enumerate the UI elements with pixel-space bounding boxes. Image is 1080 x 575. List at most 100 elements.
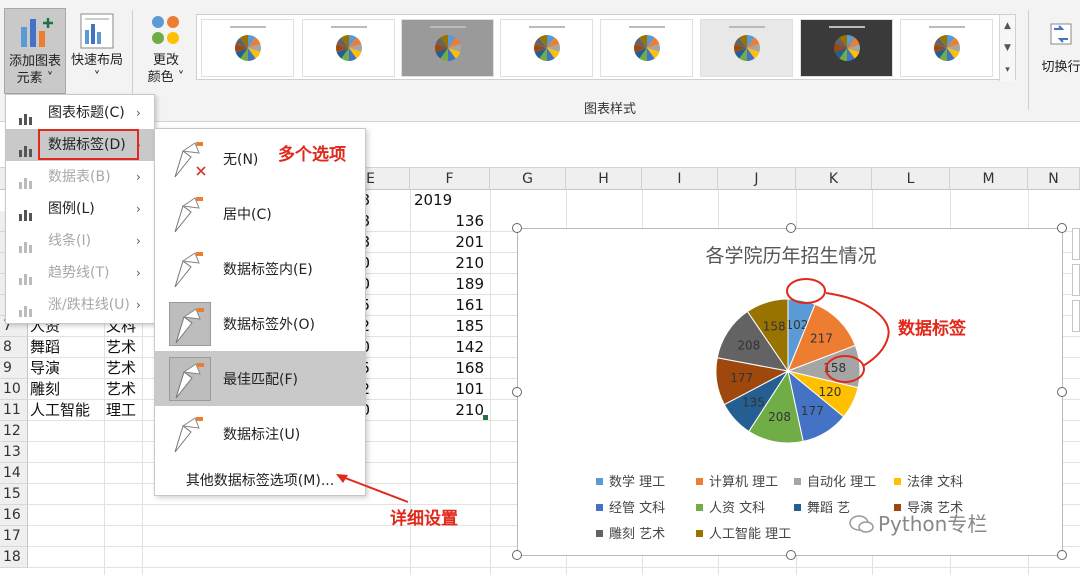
data-label-option-best-fit[interactable]: 最佳匹配(F) bbox=[155, 351, 365, 406]
cell-a[interactable] bbox=[30, 547, 102, 568]
cell-a[interactable] bbox=[30, 526, 102, 547]
gallery-expand-icon[interactable]: ▾ bbox=[1000, 59, 1015, 81]
gallery-scroll-up-icon[interactable]: ▲ bbox=[1000, 15, 1015, 37]
cell-a[interactable] bbox=[30, 442, 102, 463]
menu-item-lines[interactable]: 线条(I) › bbox=[6, 225, 154, 257]
chart-style-thumbnail[interactable] bbox=[700, 19, 793, 77]
menu-item-updown[interactable]: 涨/跌柱线(U) › bbox=[6, 289, 154, 321]
cell-b[interactable] bbox=[106, 547, 142, 568]
gallery-scrollbar[interactable]: ▲ ▼ ▾ bbox=[999, 15, 1015, 81]
cell-e[interactable] bbox=[300, 547, 370, 568]
column-header-k[interactable]: K bbox=[796, 168, 872, 190]
chart-style-thumbnail[interactable] bbox=[401, 19, 494, 77]
cell-f[interactable]: 136 bbox=[414, 211, 484, 232]
data-label-option-inside-end[interactable]: 数据标签内(E) bbox=[155, 241, 365, 296]
legend-entry[interactable]: 人工智能 理工 bbox=[696, 523, 791, 542]
cell-b[interactable] bbox=[106, 484, 142, 505]
column-header-n[interactable]: N bbox=[1028, 168, 1080, 190]
cell-a[interactable] bbox=[30, 463, 102, 484]
chart-style-thumbnail[interactable] bbox=[800, 19, 893, 77]
column-header-i[interactable]: I bbox=[642, 168, 718, 190]
resize-handle[interactable] bbox=[1057, 223, 1067, 233]
chart-styles-side-button[interactable] bbox=[1072, 264, 1080, 296]
add-chart-element-button[interactable]: 添加图表 元素 ˅ bbox=[4, 8, 66, 94]
column-header-j[interactable]: J bbox=[718, 168, 796, 190]
menu-item-trend[interactable]: 趋势线(T) › bbox=[6, 257, 154, 289]
resize-handle[interactable] bbox=[1057, 550, 1067, 560]
cell-b[interactable]: 艺术 bbox=[106, 358, 142, 379]
column-header-l[interactable]: L bbox=[872, 168, 950, 190]
resize-handle[interactable] bbox=[1057, 387, 1067, 397]
menu-item-legend[interactable]: 图例(L) › bbox=[6, 193, 154, 225]
row-header[interactable]: 8 bbox=[0, 337, 28, 358]
cell-f[interactable] bbox=[414, 526, 484, 547]
chart-style-thumbnail[interactable] bbox=[600, 19, 693, 77]
cell-f1-year[interactable]: 2019 bbox=[414, 190, 484, 211]
cell-f[interactable] bbox=[414, 421, 484, 442]
legend-entry[interactable]: 自动化 理工 bbox=[794, 471, 876, 490]
chart-style-thumbnail[interactable] bbox=[302, 19, 395, 77]
legend-entry[interactable]: 法律 文科 bbox=[894, 471, 963, 490]
column-header-g[interactable]: G bbox=[490, 168, 566, 190]
cell-f[interactable]: 201 bbox=[414, 232, 484, 253]
row-header[interactable]: 18 bbox=[0, 547, 28, 568]
row-header[interactable]: 14 bbox=[0, 463, 28, 484]
cell-f[interactable]: 210 bbox=[414, 400, 484, 421]
resize-handle[interactable] bbox=[786, 550, 796, 560]
cell-f[interactable] bbox=[414, 442, 484, 463]
cell-e[interactable] bbox=[300, 505, 370, 526]
legend-entry[interactable]: 舞蹈 艺 bbox=[794, 497, 850, 516]
cell-b[interactable] bbox=[106, 421, 142, 442]
cell-f[interactable] bbox=[414, 547, 484, 568]
legend-entry[interactable]: 数学 理工 bbox=[596, 471, 665, 490]
data-label-option-data-callout[interactable]: 数据标注(U) bbox=[155, 406, 365, 461]
cell-b[interactable] bbox=[106, 463, 142, 484]
cell-f[interactable]: 168 bbox=[414, 358, 484, 379]
gallery-scroll-down-icon[interactable]: ▼ bbox=[1000, 37, 1015, 59]
legend-entry[interactable]: 雕刻 艺术 bbox=[596, 523, 665, 542]
row-header[interactable]: 12 bbox=[0, 421, 28, 442]
switch-row-column-button[interactable]: 切换行 bbox=[1036, 20, 1080, 90]
row-header[interactable]: 16 bbox=[0, 505, 28, 526]
cell-b[interactable]: 理工 bbox=[106, 400, 142, 421]
column-header-f[interactable]: F bbox=[410, 168, 490, 190]
row-header[interactable]: 9 bbox=[0, 358, 28, 379]
data-label-option-center[interactable]: 居中(C) bbox=[155, 186, 365, 241]
pie-chart[interactable]: 各学院历年招生情况 102 217 158 120 177 208 135 177 208 158… bbox=[512, 223, 1067, 560]
column-header-m[interactable]: M bbox=[950, 168, 1028, 190]
cell-b[interactable] bbox=[106, 505, 142, 526]
fill-handle[interactable] bbox=[483, 415, 488, 420]
cell-a[interactable] bbox=[30, 505, 102, 526]
cell-b[interactable]: 艺术 bbox=[106, 337, 142, 358]
row-header[interactable]: 11 bbox=[0, 400, 28, 421]
cell-b[interactable] bbox=[106, 442, 142, 463]
cell-f[interactable]: 161 bbox=[414, 295, 484, 316]
cell-a[interactable]: 舞蹈 bbox=[30, 337, 102, 358]
chart-style-thumbnail[interactable] bbox=[500, 19, 593, 77]
cell-f[interactable]: 189 bbox=[414, 274, 484, 295]
chart-elements-side-button[interactable] bbox=[1072, 228, 1080, 260]
resize-handle[interactable] bbox=[786, 223, 796, 233]
cell-a[interactable] bbox=[30, 484, 102, 505]
legend-entry[interactable]: 经管 文科 bbox=[596, 497, 665, 516]
chart-style-thumbnail[interactable] bbox=[900, 19, 993, 77]
menu-item-title[interactable]: 图表标题(C) › bbox=[6, 97, 154, 129]
cell-f[interactable]: 210 bbox=[414, 253, 484, 274]
chart-filters-side-button[interactable] bbox=[1072, 300, 1080, 332]
menu-item-table[interactable]: 数据表(B) › bbox=[6, 161, 154, 193]
cell-a[interactable]: 导演 bbox=[30, 358, 102, 379]
cell-a[interactable]: 人工智能 bbox=[30, 400, 102, 421]
cell-f[interactable]: 101 bbox=[414, 379, 484, 400]
legend-entry[interactable]: 计算机 理工 bbox=[696, 471, 778, 490]
cell-b[interactable] bbox=[106, 526, 142, 547]
column-header-h[interactable]: H bbox=[566, 168, 642, 190]
resize-handle[interactable] bbox=[512, 387, 522, 397]
quick-layout-button[interactable]: 快速布局 ˅ bbox=[68, 8, 126, 94]
cell-a[interactable] bbox=[30, 421, 102, 442]
row-header[interactable]: 15 bbox=[0, 484, 28, 505]
cell-f[interactable]: 142 bbox=[414, 337, 484, 358]
row-header[interactable]: 10 bbox=[0, 379, 28, 400]
resize-handle[interactable] bbox=[512, 550, 522, 560]
data-label-option-outside-end[interactable]: 数据标签外(O) bbox=[155, 296, 365, 351]
resize-handle[interactable] bbox=[512, 223, 522, 233]
